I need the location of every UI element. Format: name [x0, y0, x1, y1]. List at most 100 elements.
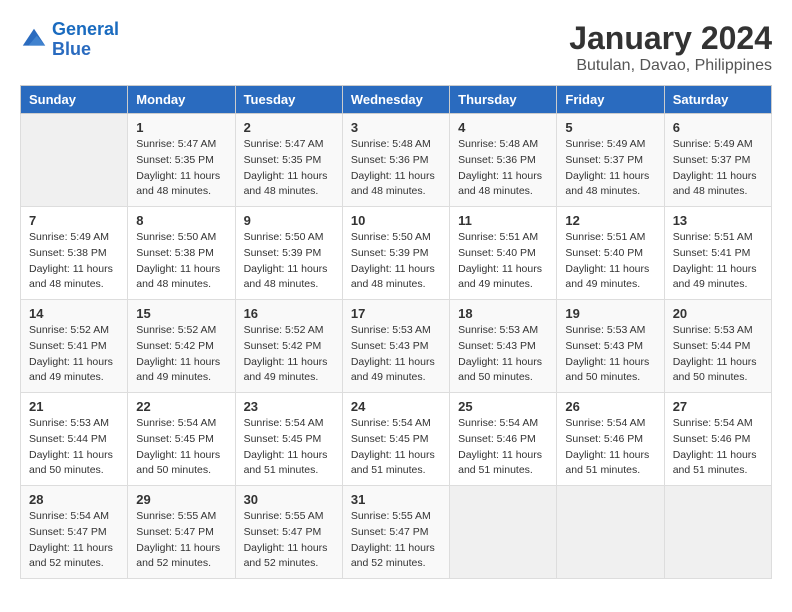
cell-info: Sunrise: 5:52 AM Sunset: 5:42 PM Dayligh… — [136, 323, 226, 386]
day-number: 18 — [458, 306, 548, 321]
day-number: 2 — [244, 120, 334, 135]
day-number: 13 — [673, 213, 763, 228]
cell-info: Sunrise: 5:51 AM Sunset: 5:40 PM Dayligh… — [458, 230, 548, 293]
calendar-cell: 12 Sunrise: 5:51 AM Sunset: 5:40 PM Dayli… — [557, 207, 664, 300]
day-number: 26 — [565, 399, 655, 414]
calendar-cell — [557, 486, 664, 579]
day-number: 14 — [29, 306, 119, 321]
logo-line2: Blue — [52, 39, 91, 59]
cell-info: Sunrise: 5:54 AM Sunset: 5:46 PM Dayligh… — [565, 416, 655, 479]
cell-info: Sunrise: 5:55 AM Sunset: 5:47 PM Dayligh… — [136, 509, 226, 572]
cell-info: Sunrise: 5:53 AM Sunset: 5:43 PM Dayligh… — [565, 323, 655, 386]
week-row-0: 1Sunrise: 5:47 AM Sunset: 5:35 PM Daylig… — [21, 114, 772, 207]
calendar-cell: 14 Sunrise: 5:52 AM Sunset: 5:41 PM Dayli… — [21, 300, 128, 393]
cell-info: Sunrise: 5:54 AM Sunset: 5:47 PM Dayligh… — [29, 509, 119, 572]
calendar-cell: 22Sunrise: 5:54 AM Sunset: 5:45 PM Dayli… — [128, 393, 235, 486]
calendar-cell: 31Sunrise: 5:55 AM Sunset: 5:47 PM Dayli… — [342, 486, 449, 579]
calendar-cell: 9Sunrise: 5:50 AM Sunset: 5:39 PM Daylig… — [235, 207, 342, 300]
calendar-cell: 24 Sunrise: 5:54 AM Sunset: 5:45 PM Dayli… — [342, 393, 449, 486]
cell-info: Sunrise: 5:54 AM Sunset: 5:45 PM Dayligh… — [351, 416, 441, 479]
calendar-cell: 1Sunrise: 5:47 AM Sunset: 5:35 PM Daylig… — [128, 114, 235, 207]
cell-info: Sunrise: 5:50 AM Sunset: 5:38 PM Dayligh… — [136, 230, 226, 293]
day-number: 5 — [565, 120, 655, 135]
calendar-cell: 8 Sunrise: 5:50 AM Sunset: 5:38 PM Daylig… — [128, 207, 235, 300]
logo: General Blue — [20, 20, 119, 60]
day-number: 4 — [458, 120, 548, 135]
header-row: SundayMondayTuesdayWednesdayThursdayFrid… — [21, 86, 772, 114]
cell-info: Sunrise: 5:49 AM Sunset: 5:37 PM Dayligh… — [565, 137, 655, 200]
calendar-cell: 4Sunrise: 5:48 AM Sunset: 5:36 PM Daylig… — [450, 114, 557, 207]
day-number: 24 — [351, 399, 441, 414]
calendar-cell: 17 Sunrise: 5:53 AM Sunset: 5:43 PM Dayli… — [342, 300, 449, 393]
col-header-tuesday: Tuesday — [235, 86, 342, 114]
day-number: 25 — [458, 399, 548, 414]
day-number: 22 — [136, 399, 226, 414]
title-block: January 2024 Butulan, Davao, Philippines — [569, 20, 772, 75]
cell-info: Sunrise: 5:55 AM Sunset: 5:47 PM Dayligh… — [244, 509, 334, 572]
calendar-cell: 3 Sunrise: 5:48 AM Sunset: 5:36 PM Daylig… — [342, 114, 449, 207]
calendar-cell: 19 Sunrise: 5:53 AM Sunset: 5:43 PM Dayli… — [557, 300, 664, 393]
day-number: 11 — [458, 213, 548, 228]
day-number: 15 — [136, 306, 226, 321]
week-row-4: 28 Sunrise: 5:54 AM Sunset: 5:47 PM Dayli… — [21, 486, 772, 579]
day-number: 6 — [673, 120, 763, 135]
calendar-cell: 15 Sunrise: 5:52 AM Sunset: 5:42 PM Dayli… — [128, 300, 235, 393]
cell-info: Sunrise: 5:53 AM Sunset: 5:43 PM Dayligh… — [458, 323, 548, 386]
calendar-cell: 13 Sunrise: 5:51 AM Sunset: 5:41 PM Dayli… — [664, 207, 771, 300]
calendar-cell: 20 Sunrise: 5:53 AM Sunset: 5:44 PM Dayli… — [664, 300, 771, 393]
col-header-thursday: Thursday — [450, 86, 557, 114]
calendar-cell: 18 Sunrise: 5:53 AM Sunset: 5:43 PM Dayli… — [450, 300, 557, 393]
day-number: 10 — [351, 213, 441, 228]
day-number: 20 — [673, 306, 763, 321]
cell-info: Sunrise: 5:51 AM Sunset: 5:41 PM Dayligh… — [673, 230, 763, 293]
col-header-sunday: Sunday — [21, 86, 128, 114]
calendar-cell: 23Sunrise: 5:54 AM Sunset: 5:45 PM Dayli… — [235, 393, 342, 486]
col-header-saturday: Saturday — [664, 86, 771, 114]
day-number: 12 — [565, 213, 655, 228]
calendar-cell: 26 Sunrise: 5:54 AM Sunset: 5:46 PM Dayli… — [557, 393, 664, 486]
logo-line1: General — [52, 19, 119, 39]
week-row-2: 14 Sunrise: 5:52 AM Sunset: 5:41 PM Dayli… — [21, 300, 772, 393]
cell-info: Sunrise: 5:49 AM Sunset: 5:37 PM Dayligh… — [673, 137, 763, 200]
col-header-friday: Friday — [557, 86, 664, 114]
calendar-cell: 10 Sunrise: 5:50 AM Sunset: 5:39 PM Dayli… — [342, 207, 449, 300]
calendar-cell: 16Sunrise: 5:52 AM Sunset: 5:42 PM Dayli… — [235, 300, 342, 393]
calendar-cell: 7 Sunrise: 5:49 AM Sunset: 5:38 PM Daylig… — [21, 207, 128, 300]
cell-info: Sunrise: 5:50 AM Sunset: 5:39 PM Dayligh… — [244, 230, 334, 293]
cell-info: Sunrise: 5:47 AM Sunset: 5:35 PM Dayligh… — [244, 137, 334, 200]
cell-info: Sunrise: 5:48 AM Sunset: 5:36 PM Dayligh… — [351, 137, 441, 200]
calendar-cell: 28 Sunrise: 5:54 AM Sunset: 5:47 PM Dayli… — [21, 486, 128, 579]
cell-info: Sunrise: 5:49 AM Sunset: 5:38 PM Dayligh… — [29, 230, 119, 293]
cell-info: Sunrise: 5:51 AM Sunset: 5:40 PM Dayligh… — [565, 230, 655, 293]
cell-info: Sunrise: 5:53 AM Sunset: 5:43 PM Dayligh… — [351, 323, 441, 386]
calendar-cell: 6 Sunrise: 5:49 AM Sunset: 5:37 PM Daylig… — [664, 114, 771, 207]
day-number: 17 — [351, 306, 441, 321]
col-header-wednesday: Wednesday — [342, 86, 449, 114]
col-header-monday: Monday — [128, 86, 235, 114]
calendar-cell: 11 Sunrise: 5:51 AM Sunset: 5:40 PM Dayli… — [450, 207, 557, 300]
day-number: 27 — [673, 399, 763, 414]
cell-info: Sunrise: 5:52 AM Sunset: 5:42 PM Dayligh… — [244, 323, 334, 386]
week-row-1: 7 Sunrise: 5:49 AM Sunset: 5:38 PM Daylig… — [21, 207, 772, 300]
day-number: 19 — [565, 306, 655, 321]
logo-text: General Blue — [52, 20, 119, 60]
cell-info: Sunrise: 5:53 AM Sunset: 5:44 PM Dayligh… — [673, 323, 763, 386]
cell-info: Sunrise: 5:54 AM Sunset: 5:46 PM Dayligh… — [458, 416, 548, 479]
calendar-cell — [664, 486, 771, 579]
calendar-cell: 25 Sunrise: 5:54 AM Sunset: 5:46 PM Dayli… — [450, 393, 557, 486]
cell-info: Sunrise: 5:54 AM Sunset: 5:46 PM Dayligh… — [673, 416, 763, 479]
day-number: 29 — [136, 492, 226, 507]
day-number: 23 — [244, 399, 334, 414]
day-number: 30 — [244, 492, 334, 507]
page-header: General Blue January 2024 Butulan, Davao… — [20, 20, 772, 75]
cell-info: Sunrise: 5:52 AM Sunset: 5:41 PM Dayligh… — [29, 323, 119, 386]
calendar-cell: 30 Sunrise: 5:55 AM Sunset: 5:47 PM Dayli… — [235, 486, 342, 579]
day-number: 7 — [29, 213, 119, 228]
day-number: 3 — [351, 120, 441, 135]
day-number: 28 — [29, 492, 119, 507]
cell-info: Sunrise: 5:50 AM Sunset: 5:39 PM Dayligh… — [351, 230, 441, 293]
subtitle: Butulan, Davao, Philippines — [569, 57, 772, 75]
cell-info: Sunrise: 5:47 AM Sunset: 5:35 PM Dayligh… — [136, 137, 226, 200]
calendar-cell: 29 Sunrise: 5:55 AM Sunset: 5:47 PM Dayli… — [128, 486, 235, 579]
day-number: 8 — [136, 213, 226, 228]
